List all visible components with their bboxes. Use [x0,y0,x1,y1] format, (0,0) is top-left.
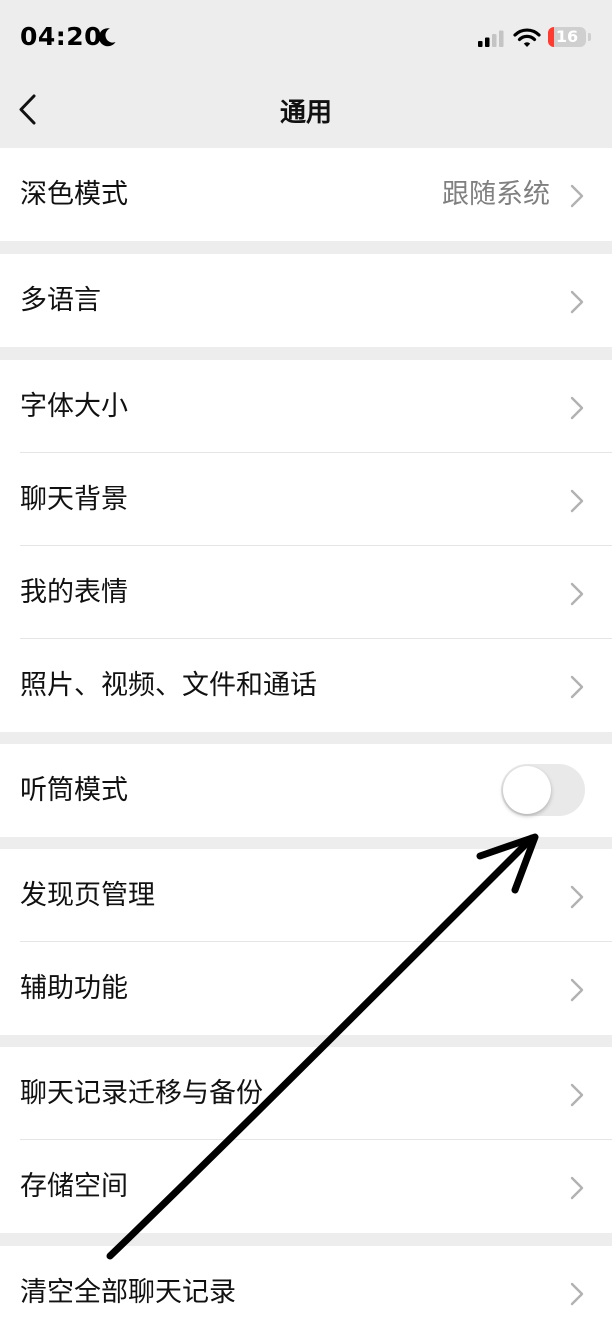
wifi-icon [513,28,541,52]
chevron-right-icon [570,396,584,420]
chevron-right-icon [570,1083,584,1107]
page-title: 通用 [279,98,332,128]
settings-row-storage[interactable]: 存储空间 [0,1140,612,1233]
status-bar: 04:20 16 [0,0,612,76]
settings-row-label: 我的表情 [20,577,128,608]
settings-row-chat-background[interactable]: 聊天背景 [0,453,612,546]
settings-row-font-size[interactable]: 字体大小 [0,360,612,453]
settings-group-appearance: 深色模式 跟随系统 [0,148,612,241]
settings-group-clear: 清空全部聊天记录 [0,1246,612,1339]
settings-row-label: 照片、视频、文件和通话 [20,670,317,701]
chevron-right-icon [570,1176,584,1200]
battery-cap [588,33,591,41]
chevron-right-icon [570,184,584,208]
settings-group-earpiece: 听筒模式 [0,744,612,837]
settings-group-language: 多语言 [0,254,612,347]
chevron-right-icon [570,885,584,909]
settings-group-storage: 聊天记录迁移与备份 存储空间 [0,1047,612,1233]
settings-row-label: 深色模式 [20,179,128,210]
settings-row-label: 聊天记录迁移与备份 [20,1078,263,1109]
settings-group-discover: 发现页管理 辅助功能 [0,849,612,1035]
settings-row-label: 多语言 [20,285,101,316]
toggle-knob [503,766,551,814]
settings-row-earpiece-mode: 听筒模式 [0,744,612,837]
settings-row-dark-mode[interactable]: 深色模式 跟随系统 [0,148,612,241]
settings-row-label: 存储空间 [20,1171,128,1202]
battery-percentage: 16 [555,27,579,46]
navigation-bar: 通用 [0,76,612,146]
settings-row-value: 跟随系统 [442,179,550,210]
settings-row-label: 发现页管理 [20,880,155,911]
chevron-right-icon [570,582,584,606]
settings-row-chat-backup[interactable]: 聊天记录迁移与备份 [0,1047,612,1140]
settings-group-chat: 字体大小 聊天背景 我的表情 照片、视频、文件和通话 [0,360,612,732]
settings-row-label: 清空全部聊天记录 [20,1277,236,1308]
settings-row-discover-management[interactable]: 发现页管理 [0,849,612,942]
chevron-right-icon [570,978,584,1002]
earpiece-mode-toggle[interactable] [501,764,585,816]
settings-row-clear-all-chats[interactable]: 清空全部聊天记录 [0,1246,612,1339]
status-time: 04:20 [20,22,103,51]
settings-row-label: 聊天背景 [20,484,128,515]
settings-row-label: 听筒模式 [20,775,128,806]
chevron-right-icon [570,1282,584,1306]
settings-row-media-and-calls[interactable]: 照片、视频、文件和通话 [0,639,612,732]
battery-icon: 16 [548,27,586,47]
settings-row-label: 辅助功能 [20,973,128,1004]
moon-icon [97,27,117,51]
cellular-signal-icon [478,30,506,52]
settings-row-label: 字体大小 [20,391,128,422]
settings-row-language[interactable]: 多语言 [0,254,612,347]
settings-row-accessibility[interactable]: 辅助功能 [0,942,612,1035]
chevron-right-icon [570,489,584,513]
chevron-right-icon [570,290,584,314]
chevron-right-icon [570,675,584,699]
settings-row-my-stickers[interactable]: 我的表情 [0,546,612,639]
